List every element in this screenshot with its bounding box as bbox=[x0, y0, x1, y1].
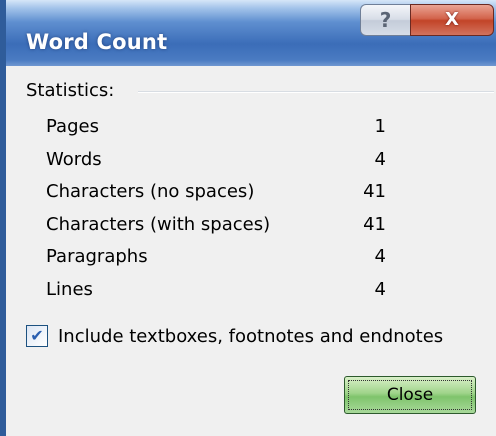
help-button[interactable]: ? bbox=[360, 4, 410, 36]
word-count-dialog: Word Count ? X Statistics: Pages 1 Words… bbox=[0, 0, 496, 436]
stat-label: Pages bbox=[46, 116, 99, 137]
stat-label: Words bbox=[46, 148, 102, 170]
close-x-icon: X bbox=[445, 9, 459, 30]
include-textboxes-label[interactable]: Include textboxes, footnotes and endnote… bbox=[58, 326, 443, 347]
stat-row-pages: Pages 1 bbox=[46, 116, 386, 149]
statistics-list: Pages 1 Words 4 Characters (no spaces) 4… bbox=[46, 116, 386, 311]
stat-label: Lines bbox=[46, 278, 93, 300]
stat-value: 41 bbox=[363, 181, 386, 202]
stat-row-characters-with-spaces: Characters (with spaces) 41 bbox=[46, 214, 386, 247]
window-title: Word Count bbox=[26, 30, 168, 54]
checkmark-icon: ✔ bbox=[30, 326, 44, 345]
help-question-icon: ? bbox=[379, 8, 392, 32]
include-textboxes-checkbox[interactable]: ✔ bbox=[26, 325, 48, 347]
title-bar[interactable]: Word Count ? X bbox=[6, 0, 496, 66]
stat-label: Characters (with spaces) bbox=[46, 213, 271, 235]
stat-value: 4 bbox=[374, 148, 386, 170]
stat-value: 4 bbox=[374, 278, 386, 300]
stat-value: 4 bbox=[374, 246, 386, 267]
stat-row-characters-no-spaces: Characters (no spaces) 41 bbox=[46, 181, 386, 214]
stat-label: Paragraphs bbox=[46, 246, 148, 267]
include-textboxes-checkbox-row[interactable]: ✔ Include textboxes, footnotes and endno… bbox=[26, 322, 443, 350]
stat-row-words: Words 4 bbox=[46, 149, 386, 182]
stat-row-paragraphs: Paragraphs 4 bbox=[46, 246, 386, 279]
statistics-group-label: Statistics: bbox=[26, 80, 115, 101]
group-divider bbox=[138, 91, 494, 93]
stat-label: Characters (no spaces) bbox=[46, 181, 255, 202]
stat-value: 1 bbox=[374, 116, 386, 137]
close-button-label: Close bbox=[386, 385, 434, 405]
stat-value: 41 bbox=[363, 213, 386, 235]
close-button[interactable]: Close bbox=[344, 376, 476, 414]
window-close-button[interactable]: X bbox=[410, 4, 494, 36]
stat-row-lines: Lines 4 bbox=[46, 279, 386, 312]
